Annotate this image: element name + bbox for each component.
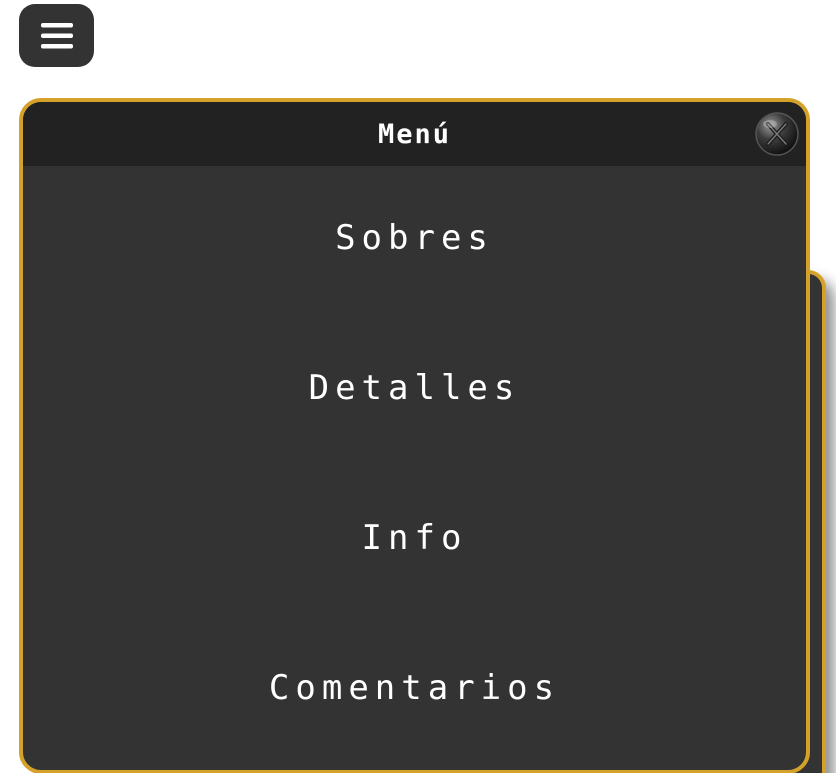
hamburger-menu-button[interactable] [19,4,94,67]
menu-item-info[interactable]: Info [23,518,806,558]
menu-items: Sobres Detalles Info Comentarios [23,166,806,770]
menu-item-comentarios[interactable]: Comentarios [23,668,806,708]
menu-item-sobres[interactable]: Sobres [23,218,806,258]
close-orb-icon [754,111,800,157]
hamburger-icon [39,21,75,51]
menu-header: Menú [23,102,806,166]
menu-title: Menú [377,118,452,150]
menu-item-detalles[interactable]: Detalles [23,368,806,408]
close-button[interactable] [754,111,800,157]
menu-panel: Menú Sobres Detalles Info Comentarios [19,98,810,773]
